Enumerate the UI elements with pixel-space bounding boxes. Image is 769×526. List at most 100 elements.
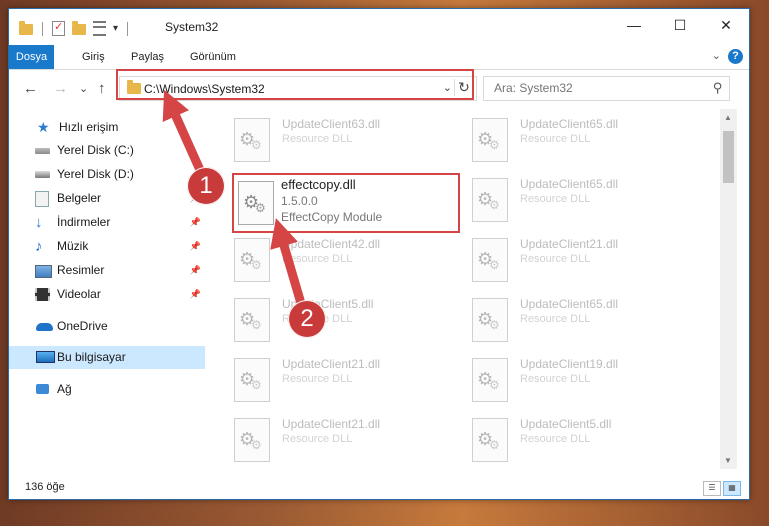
sidebar-item-videos[interactable]: Videolar 📌 [9,283,205,306]
properties-icon[interactable] [52,20,65,36]
forward-button[interactable]: → [53,80,68,97]
file-description: Resource DLL [520,133,591,145]
vertical-scrollbar[interactable]: ▲ ▼ [720,109,737,469]
sidebar-item-this-pc[interactable]: Bu bilgisayar [9,346,205,369]
customize-icon[interactable] [93,21,106,36]
dll-file-icon [472,298,508,342]
window-controls: — ☐ ✕ [611,9,749,41]
dll-file-icon [234,358,270,402]
file-item[interactable]: UpdateClient21.dll Resource DLL [214,351,444,407]
details-view-icon[interactable]: ☰ [703,481,721,496]
sidebar-item-label: Belgeler [57,191,102,205]
up-button[interactable]: ↑ [98,80,106,97]
minimize-button[interactable]: — [611,9,657,41]
file-name: UpdateClient65.dll [520,117,619,131]
tab-file[interactable]: Dosya [9,45,54,69]
sidebar-item-label: Müzik [57,239,89,253]
file-item-effectcopy[interactable]: effectcopy.dll 1.5.0.0 EffectCopy Module [232,173,460,233]
quick-access-toolbar: ▾ [19,20,130,36]
scrollbar-thumb[interactable] [723,131,734,183]
dll-file-icon [472,118,508,162]
sidebar-item-downloads[interactable]: ↓ İndirmeler 📌 [9,211,205,234]
file-item[interactable]: UpdateClient65.dll Resource DLL [452,171,682,227]
tab-share[interactable]: Paylaş [120,45,175,69]
dll-file-icon [234,118,270,162]
file-item[interactable]: UpdateClient21.dll Resource DLL [452,231,682,287]
qat-dropdown-icon[interactable]: ▾ [113,23,118,34]
file-name: UpdateClient21.dll [282,357,381,371]
this-pc-icon [36,351,55,363]
dll-file-icon [472,358,508,402]
search-input[interactable] [492,80,696,96]
file-item[interactable]: UpdateClient42.dll Resource DLL [214,231,444,287]
tab-view[interactable]: Görünüm [179,45,247,69]
sidebar-item-music[interactable]: ♪ Müzik 📌 [9,235,205,258]
chevron-down-icon[interactable]: ⌄ [712,49,721,62]
file-item[interactable]: UpdateClient5.dll Resource DLL [214,291,444,347]
sidebar-item-quick-access[interactable]: ★ Hızlı erişim [9,116,205,139]
file-item[interactable]: UpdateClient65.dll Resource DLL [452,111,682,167]
tab-home[interactable]: Giriş [71,45,116,69]
toolbar-divider [42,21,43,36]
file-name: UpdateClient19.dll [520,357,619,371]
sidebar-item-onedrive[interactable]: OneDrive [9,315,205,338]
file-name: UpdateClient65.dll [520,177,619,191]
file-version: 1.5.0.0 [281,194,318,208]
sidebar-item-local-disk-d[interactable]: Yerel Disk (D:) [9,163,205,186]
file-name: UpdateClient21.dll [282,417,381,431]
tiles-view-icon[interactable]: ▦ [723,481,741,496]
sidebar-item-documents[interactable]: Belgeler 📌 [9,187,205,210]
maximize-button[interactable]: ☐ [657,9,703,41]
sidebar-item-network[interactable]: Ağ [9,378,205,401]
network-icon [36,384,49,394]
videos-icon [35,288,50,301]
file-item[interactable]: UpdateClient5.dll Resource DLL [452,411,682,467]
drive-icon [35,171,50,178]
pin-icon[interactable]: 📌 [190,211,201,234]
sidebar-item-label: Yerel Disk (D:) [57,167,134,181]
file-description: Resource DLL [520,253,591,265]
pin-icon[interactable]: 📌 [190,259,201,282]
dll-file-icon [472,418,508,462]
dll-file-icon [472,238,508,282]
dll-file-icon [234,298,270,342]
file-name: UpdateClient5.dll [520,417,612,431]
search-box[interactable]: ⚲ [483,76,730,101]
sidebar-item-label: Hızlı erişim [59,120,119,134]
new-folder-icon[interactable] [72,21,86,35]
dll-file-icon [234,418,270,462]
file-item[interactable]: UpdateClient65.dll Resource DLL [452,291,682,347]
file-item[interactable]: UpdateClient19.dll Resource DLL [452,351,682,407]
file-list: UpdateClient63.dll Resource DLL effectco… [214,109,719,469]
sidebar-item-pictures[interactable]: Resimler 📌 [9,259,205,282]
recent-locations-button[interactable]: ⌄ [79,82,88,95]
address-bar-highlight [116,69,474,100]
onedrive-icon [36,323,53,331]
folder-icon [19,21,33,35]
title-bar: ▾ System32 — ☐ ✕ [9,9,749,45]
back-button[interactable]: ← [23,80,38,97]
close-button[interactable]: ✕ [703,9,749,41]
pin-icon[interactable]: 📌 [190,235,201,258]
help-icon[interactable]: ? [728,49,743,64]
file-description: EffectCopy Module [281,210,383,224]
star-icon: ★ [37,119,50,135]
pin-icon[interactable]: 📌 [190,283,201,306]
step-1-badge: 1 [187,167,225,205]
sidebar-item-label: Ağ [57,382,72,396]
search-icon[interactable]: ⚲ [713,80,723,96]
scroll-down-icon[interactable]: ▼ [724,456,732,465]
dll-file-icon [238,181,274,225]
file-item[interactable]: UpdateClient63.dll Resource DLL [214,111,444,167]
file-item[interactable]: UpdateClient21.dll Resource DLL [214,411,444,467]
dll-file-icon [472,178,508,222]
step-2-badge: 2 [288,300,326,338]
file-description: Resource DLL [282,133,353,145]
file-name: UpdateClient65.dll [520,297,619,311]
sidebar-item-label: Yerel Disk (C:) [57,143,134,157]
sidebar-item-local-disk-c[interactable]: Yerel Disk (C:) [9,139,205,162]
file-description: Resource DLL [282,433,353,445]
sidebar-item-label: Resimler [57,263,105,277]
scroll-up-icon[interactable]: ▲ [724,113,732,122]
dll-file-icon [234,238,270,282]
